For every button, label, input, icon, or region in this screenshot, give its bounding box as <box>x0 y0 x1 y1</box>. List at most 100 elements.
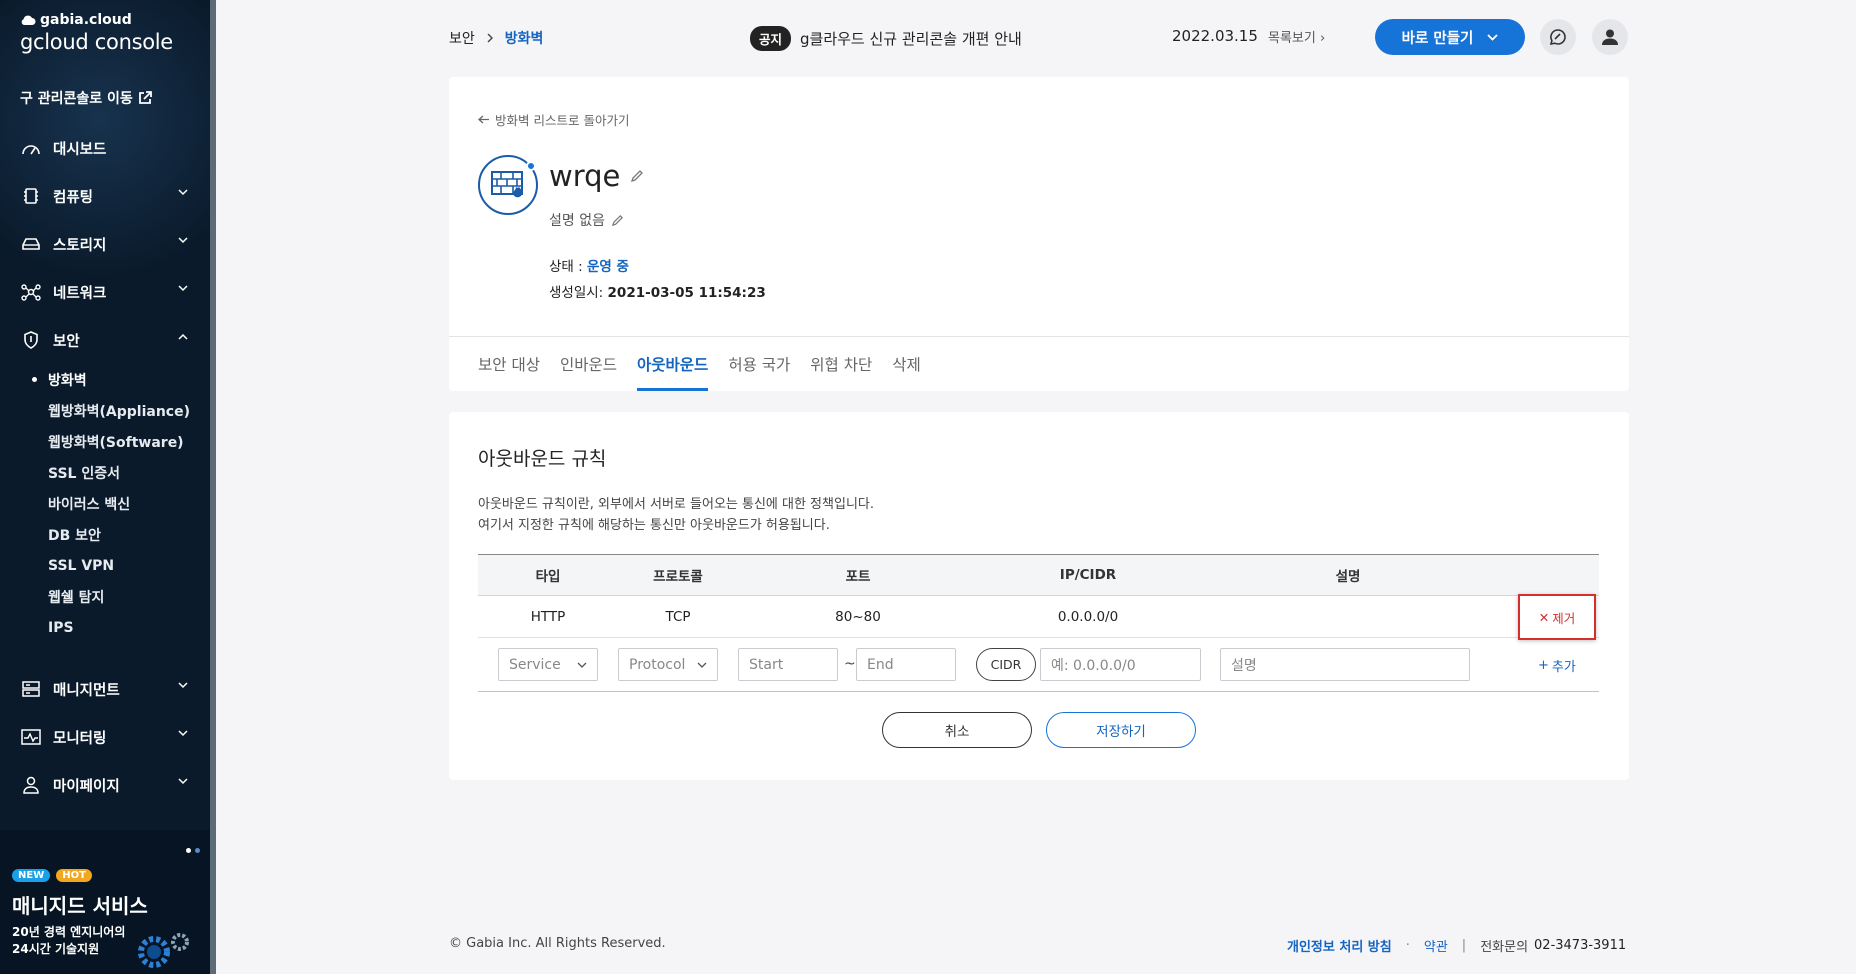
promo-dot[interactable] <box>186 848 191 853</box>
cidr-button[interactable]: CIDR <box>976 648 1036 681</box>
add-rule-label: 추가 <box>1551 660 1576 675</box>
notice-text[interactable]: g클라우드 신규 관리콘솔 개편 안내 <box>800 28 1022 49</box>
breadcrumb-item-firewall[interactable]: 방화벽 <box>505 28 544 48</box>
sidebar-subitem-webshell[interactable]: 웹쉘 탐지 <box>48 581 210 612</box>
firewall-name-text: wrqe <box>549 159 621 193</box>
sidebar-item-label: 모니터링 <box>53 730 107 747</box>
port-start-input[interactable]: Start <box>738 648 838 681</box>
notice-banner[interactable]: 공지 g클라우드 신규 관리콘솔 개편 안내 <box>750 26 1022 51</box>
sidebar-subitem-db-security[interactable]: DB 보안 <box>48 519 210 550</box>
chevron-up-icon <box>178 333 188 340</box>
sidebar-item-dashboard[interactable]: 대시보드 <box>0 124 210 172</box>
notice-list-link[interactable]: 목록보기 › <box>1268 27 1325 46</box>
network-icon <box>20 281 42 303</box>
sidebar-item-network[interactable]: 네트워크 <box>0 268 210 316</box>
remove-rule-button[interactable]: ✕ 제거 <box>1518 594 1596 640</box>
monitoring-icon <box>20 726 42 748</box>
legacy-console-label: 구 관리콘솔로 이동 <box>20 91 133 107</box>
cell-type: HTTP <box>530 608 566 625</box>
cell-description <box>1198 596 1498 637</box>
promo-pagination[interactable] <box>186 848 200 853</box>
column-header-description: 설명 <box>1335 569 1361 585</box>
edit-description-icon[interactable] <box>611 214 624 227</box>
created-label: 생성일시: <box>549 285 608 301</box>
dashboard-icon <box>20 137 42 159</box>
status-dot <box>526 161 536 171</box>
column-header-cidr: IP/CIDR <box>1059 567 1117 583</box>
cancel-button[interactable]: 취소 <box>882 712 1032 748</box>
chevron-down-icon <box>178 730 188 737</box>
sidebar-subitem-ssl-vpn[interactable]: SSL VPN <box>48 550 210 581</box>
sidebar-subitem-ssl-cert[interactable]: SSL 인증서 <box>48 457 210 488</box>
add-rule-button[interactable]: + 추가 <box>1538 656 1576 675</box>
tab-threat-block[interactable]: 위협 차단 <box>810 336 872 391</box>
terms-link[interactable]: 약관 <box>1424 936 1448 955</box>
port-end-input[interactable]: End <box>856 648 956 681</box>
sidebar-item-label: 대시보드 <box>53 141 107 158</box>
footer-dot: · <box>1405 938 1410 953</box>
back-to-list-label: 방화벽 리스트로 돌아가기 <box>495 113 630 128</box>
tab-allowed-countries[interactable]: 허용 국가 <box>728 336 790 391</box>
section-title: 아웃바운드 규칙 <box>478 448 607 470</box>
chat-button[interactable] <box>1540 19 1576 55</box>
firewall-description-text: 설명 없음 <box>549 213 605 229</box>
gears-icon <box>138 933 189 968</box>
cidr-input[interactable]: 예: 0.0.0.0/0 <box>1040 648 1201 681</box>
sidebar-item-security[interactable]: 보안 <box>0 316 210 364</box>
tab-delete[interactable]: 삭제 <box>892 336 921 391</box>
tab-security-target[interactable]: 보안 대상 <box>478 336 540 391</box>
protocol-select[interactable]: Protocol <box>618 648 718 681</box>
external-link-icon <box>138 91 152 104</box>
sidebar-subitem-waf-appliance[interactable]: 웹방화벽(Appliance) <box>48 395 210 426</box>
sidebar-subitem-waf-software[interactable]: 웹방화벽(Software) <box>48 426 210 457</box>
sidebar-item-monitoring[interactable]: 모니터링 <box>0 713 210 761</box>
sidebar-item-management[interactable]: 매니지먼트 <box>0 665 210 713</box>
firewall-created: 생성일시: 2021-03-05 11:54:23 <box>549 281 766 301</box>
brand-top-text: gabia.cloud <box>40 12 132 28</box>
firewall-name: wrqe <box>549 159 644 193</box>
tab-outbound[interactable]: 아웃바운드 <box>637 336 709 391</box>
back-to-list-link[interactable]: 방화벽 리스트로 돌아가기 <box>478 110 629 129</box>
promo-dot[interactable] <box>195 848 200 853</box>
notice-date: 2022.03.15 <box>1172 27 1258 45</box>
tab-inbound[interactable]: 인바운드 <box>560 336 617 391</box>
cell-protocol: TCP <box>665 608 691 625</box>
edit-name-icon[interactable] <box>630 169 644 183</box>
service-select-value: Service <box>509 656 561 673</box>
sidebar-item-compute[interactable]: 컴퓨팅 <box>0 172 210 220</box>
sidebar-subitem-antivirus[interactable]: 바이러스 백신 <box>48 488 210 519</box>
cell-port: 80~80 <box>835 608 881 625</box>
remove-rule-label: 제거 <box>1552 610 1576 626</box>
privacy-policy-link[interactable]: 개인정보 처리 방침 <box>1287 936 1392 955</box>
service-select[interactable]: Service <box>498 648 598 681</box>
menu-spacer <box>0 643 210 665</box>
user-icon <box>20 774 42 796</box>
description-input[interactable]: 설명 <box>1220 648 1470 681</box>
promo-line-1: 20년 경력 엔지니어의 <box>12 925 126 939</box>
legacy-console-link[interactable]: 구 관리콘솔로 이동 <box>20 88 152 108</box>
quick-create-button[interactable]: 바로 만들기 <box>1375 19 1525 55</box>
table-row: HTTP TCP 80~80 0.0.0.0/0 ✕ 제거 <box>478 594 1599 640</box>
promo-subtitle: 20년 경력 엔지니어의 24시간 기술지원 <box>12 924 132 958</box>
sidebar-subitem-firewall[interactable]: 방화벽 <box>48 364 210 395</box>
sidebar-item-label: 네트워크 <box>53 285 107 302</box>
storage-icon <box>20 233 42 255</box>
management-icon <box>20 678 42 700</box>
plus-icon: + <box>1538 658 1549 673</box>
promo-line-2: 24시간 기술지원 <box>12 942 100 956</box>
promo-badges: NEW HOT <box>12 869 92 882</box>
column-header-protocol: 프로토콜 <box>653 569 703 585</box>
sidebar-item-storage[interactable]: 스토리지 <box>0 220 210 268</box>
sidebar-item-mypage[interactable]: 마이페이지 <box>0 761 210 809</box>
brand-main: gcloud console <box>20 30 173 54</box>
footer-links: 개인정보 처리 방침 · 약관 | 전화문의 02-3473-3911 <box>1287 936 1626 955</box>
breadcrumb: 보안 방화벽 <box>449 28 543 48</box>
section-description: 아웃바운드 규칙이란, 외부에서 서버로 들어오는 통신에 대한 정책입니다. … <box>478 494 874 536</box>
sidebar-subitem-ips[interactable]: IPS <box>48 612 210 643</box>
profile-button[interactable] <box>1592 19 1628 55</box>
breadcrumb-item-security[interactable]: 보안 <box>449 28 475 48</box>
status-label: 상태 : <box>549 259 587 275</box>
save-button[interactable]: 저장하기 <box>1046 712 1196 748</box>
phone-number: 02-3473-3911 <box>1534 938 1627 953</box>
brand-logo[interactable]: gabia.cloud gcloud console <box>20 12 173 54</box>
